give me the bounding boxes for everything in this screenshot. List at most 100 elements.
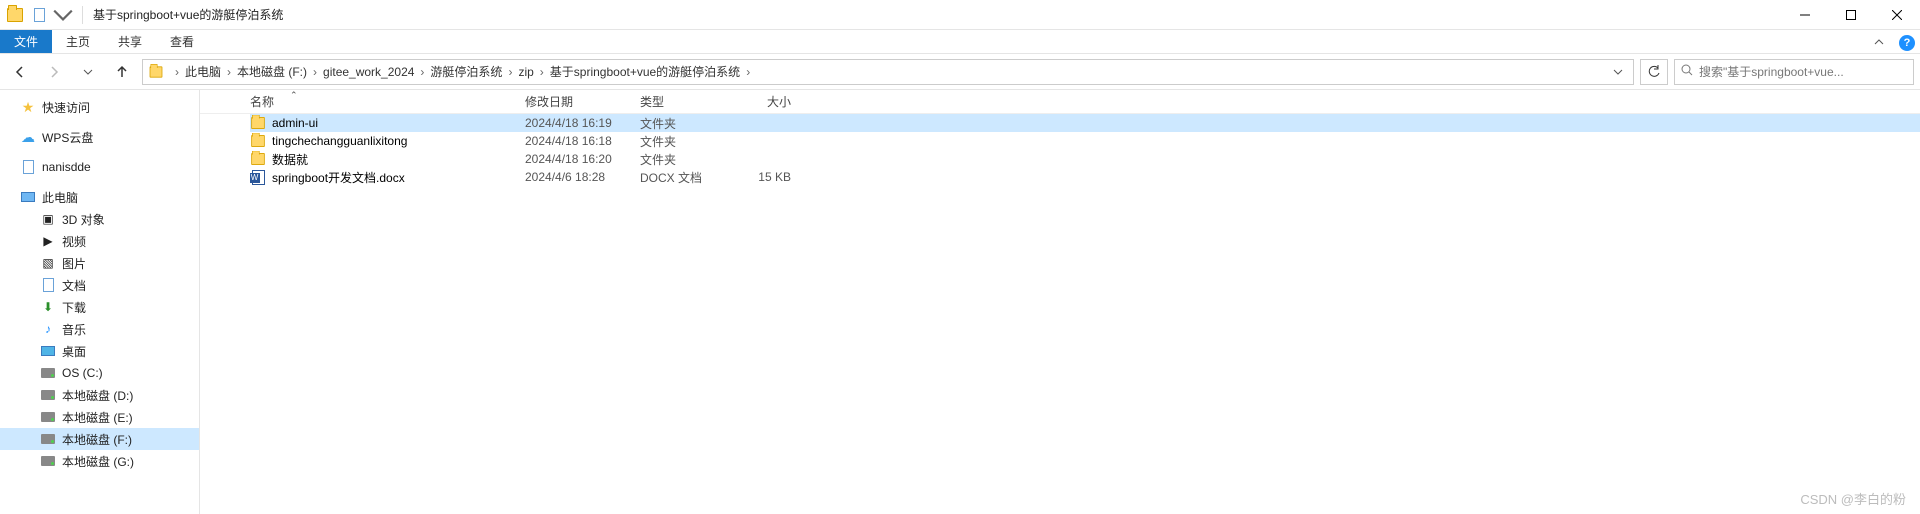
document-icon — [40, 277, 56, 293]
cell-size: 15 KB — [735, 170, 797, 184]
sidebar-music[interactable]: ♪音乐 — [0, 318, 199, 340]
cell-type: DOCX 文档 — [640, 169, 735, 186]
cell-date: 2024/4/18 16:18 — [525, 134, 640, 148]
up-button[interactable] — [108, 58, 136, 86]
cloud-icon: ☁ — [20, 129, 36, 145]
sidebar-quick-access[interactable]: ★快速访问 — [0, 96, 199, 118]
folder-icon — [147, 63, 165, 81]
title-bar: 基于springboot+vue的游艇停泊系统 — [0, 0, 1920, 30]
drive-icon — [40, 365, 56, 381]
tab-home[interactable]: 主页 — [52, 30, 104, 53]
breadcrumb-yacht[interactable]: 游艇停泊系统 — [430, 63, 502, 80]
navigation-bar: › 此电脑 › 本地磁盘 (F:) › gitee_work_2024 › 游艇… — [0, 54, 1920, 90]
sidebar-disk-g[interactable]: 本地磁盘 (G:) — [0, 450, 199, 472]
monitor-icon — [20, 189, 36, 205]
breadcrumb-gitee[interactable]: gitee_work_2024 — [323, 65, 414, 79]
cell-date: 2024/4/18 16:19 — [525, 116, 640, 130]
table-row[interactable]: tingchechangguanlixitong2024/4/18 16:18文… — [250, 132, 1920, 150]
cube-icon: ▣ — [40, 211, 56, 227]
chevron-right-icon[interactable]: › — [740, 65, 756, 79]
cell-type: 文件夹 — [640, 133, 735, 150]
close-button[interactable] — [1874, 0, 1920, 30]
maximize-button[interactable] — [1828, 0, 1874, 30]
breadcrumb-this-pc[interactable]: 此电脑 — [185, 63, 221, 80]
sidebar-pictures[interactable]: ▧图片 — [0, 252, 199, 274]
breadcrumb-disk-f[interactable]: 本地磁盘 (F:) — [237, 63, 307, 80]
sidebar-os-c[interactable]: OS (C:) — [0, 362, 199, 384]
column-type[interactable]: 类型 — [640, 93, 735, 110]
qat-dropdown-icon[interactable] — [52, 4, 74, 26]
tab-file[interactable]: 文件 — [0, 30, 52, 53]
picture-icon: ▧ — [40, 255, 56, 271]
drive-icon — [40, 431, 56, 447]
qat-doc-icon[interactable] — [28, 4, 50, 26]
music-icon: ♪ — [40, 321, 56, 337]
sidebar-disk-e[interactable]: 本地磁盘 (E:) — [0, 406, 199, 428]
search-icon — [1681, 64, 1693, 79]
cell-name: 数据就 — [250, 151, 525, 168]
help-icon[interactable]: ? — [1894, 30, 1920, 56]
chevron-right-icon[interactable]: › — [307, 65, 323, 79]
table-row[interactable]: 数据就2024/4/18 16:20文件夹 — [250, 150, 1920, 168]
separator — [82, 6, 83, 24]
download-icon: ⬇ — [40, 299, 56, 315]
column-name[interactable]: 名称⌃ — [250, 93, 525, 110]
refresh-button[interactable] — [1640, 59, 1668, 85]
cell-type: 文件夹 — [640, 151, 735, 168]
column-size[interactable]: 大小 — [735, 93, 797, 110]
address-dropdown-icon[interactable] — [1607, 67, 1629, 77]
sidebar-desktop[interactable]: 桌面 — [0, 340, 199, 362]
file-icon — [20, 159, 36, 175]
sidebar-documents[interactable]: 文档 — [0, 274, 199, 296]
sidebar-videos[interactable]: ▶视频 — [0, 230, 199, 252]
sidebar-disk-d[interactable]: 本地磁盘 (D:) — [0, 384, 199, 406]
search-input[interactable]: 搜索"基于springboot+vue... — [1674, 59, 1914, 85]
star-icon: ★ — [20, 99, 36, 115]
window-title: 基于springboot+vue的游艇停泊系统 — [87, 6, 283, 23]
sort-indicator-icon: ⌃ — [290, 90, 298, 101]
main-area: ★快速访问 ☁WPS云盘 nanisdde 此电脑 ▣3D 对象 ▶视频 ▧图片… — [0, 90, 1920, 514]
chevron-right-icon[interactable]: › — [502, 65, 518, 79]
table-row[interactable]: springboot开发文档.docx2024/4/6 18:28DOCX 文档… — [250, 168, 1920, 186]
video-icon: ▶ — [40, 233, 56, 249]
watermark-text: CSDN @李白的粉 — [1800, 489, 1906, 508]
cell-date: 2024/4/6 18:28 — [525, 170, 640, 184]
address-bar[interactable]: › 此电脑 › 本地磁盘 (F:) › gitee_work_2024 › 游艇… — [142, 59, 1634, 85]
drive-icon — [40, 453, 56, 469]
cell-type: 文件夹 — [640, 115, 735, 132]
tab-view[interactable]: 查看 — [156, 30, 208, 53]
sidebar-downloads[interactable]: ⬇下载 — [0, 296, 199, 318]
breadcrumb-zip[interactable]: zip — [518, 65, 533, 79]
sidebar-wps-cloud[interactable]: ☁WPS云盘 — [0, 126, 199, 148]
file-list: admin-ui2024/4/18 16:19文件夹tingchechanggu… — [200, 114, 1920, 186]
cell-name: springboot开发文档.docx — [250, 169, 525, 186]
sidebar-this-pc[interactable]: 此电脑 — [0, 186, 199, 208]
folder-icon — [250, 115, 266, 131]
sidebar-nanisdde[interactable]: nanisdde — [0, 156, 199, 178]
cell-name: admin-ui — [250, 115, 525, 131]
table-row[interactable]: admin-ui2024/4/18 16:19文件夹 — [250, 114, 1920, 132]
ribbon-collapse-icon[interactable] — [1864, 30, 1894, 53]
ribbon-tabs: 文件 主页 共享 查看 ? — [0, 30, 1920, 54]
forward-button[interactable] — [40, 58, 68, 86]
cell-date: 2024/4/18 16:20 — [525, 152, 640, 166]
column-date[interactable]: 修改日期 — [525, 93, 640, 110]
chevron-right-icon[interactable]: › — [414, 65, 430, 79]
drive-icon — [40, 387, 56, 403]
sidebar-disk-f[interactable]: 本地磁盘 (F:) — [0, 428, 199, 450]
folder-icon — [4, 4, 26, 26]
back-button[interactable] — [6, 58, 34, 86]
breadcrumb-current[interactable]: 基于springboot+vue的游艇停泊系统 — [550, 63, 740, 80]
search-placeholder: 搜索"基于springboot+vue... — [1699, 63, 1844, 80]
sidebar-3d-objects[interactable]: ▣3D 对象 — [0, 208, 199, 230]
recent-dropdown-icon[interactable] — [74, 58, 102, 86]
minimize-button[interactable] — [1782, 0, 1828, 30]
tab-share[interactable]: 共享 — [104, 30, 156, 53]
folder-icon — [250, 151, 266, 167]
quick-access-toolbar — [0, 4, 78, 26]
navigation-pane: ★快速访问 ☁WPS云盘 nanisdde 此电脑 ▣3D 对象 ▶视频 ▧图片… — [0, 90, 200, 514]
cell-name: tingchechangguanlixitong — [250, 133, 525, 149]
chevron-right-icon[interactable]: › — [169, 65, 185, 79]
chevron-right-icon[interactable]: › — [534, 65, 550, 79]
chevron-right-icon[interactable]: › — [221, 65, 237, 79]
